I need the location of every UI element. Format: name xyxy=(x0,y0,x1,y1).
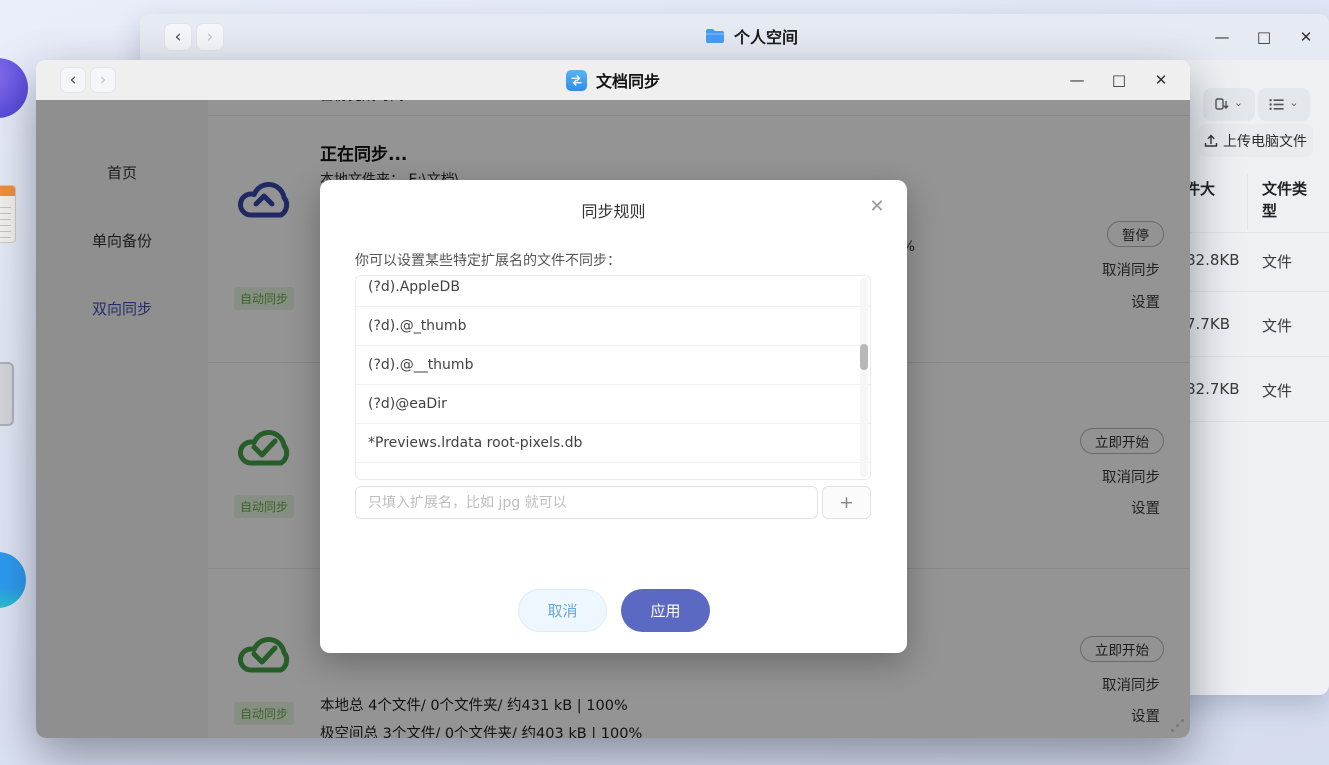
window-controls: — □ ✕ xyxy=(1213,14,1315,60)
chevron-down-icon: ⌄ xyxy=(1289,96,1298,109)
doc-sync-window: 首页 单向备份 双向同步 备份完成时间： 2022-10-03 11:24:15… xyxy=(36,60,1190,738)
dialog-title: 同步规则 xyxy=(320,198,907,222)
add-extension-button[interactable]: + xyxy=(822,486,871,519)
back-button[interactable]: ‹ xyxy=(164,23,192,51)
window-title: 文档同步 xyxy=(596,68,660,92)
list-view-icon xyxy=(1269,98,1284,111)
doc-sync-title-group: 文档同步 xyxy=(36,68,1190,92)
desktop-icon-blue-app[interactable] xyxy=(0,552,26,608)
scrollbar-thumb[interactable] xyxy=(860,344,868,370)
desktop-icon-calculator-app[interactable] xyxy=(0,362,14,426)
folder-icon xyxy=(705,28,725,44)
window-controls: — □ ✕ xyxy=(1068,60,1170,100)
window-title: 个人空间 xyxy=(734,24,798,48)
sync-app-icon xyxy=(566,70,587,91)
sort-icon xyxy=(1215,98,1229,112)
doc-sync-titlebar: ‹ › 文档同步 — □ ✕ xyxy=(36,60,1190,100)
list-item: · · xyxy=(356,463,870,480)
extension-input[interactable] xyxy=(355,486,818,519)
file-type: 文件 xyxy=(1262,251,1312,272)
forward-button[interactable]: › xyxy=(196,23,224,51)
close-icon[interactable]: ✕ xyxy=(867,196,887,217)
notes-icon-header xyxy=(0,186,15,196)
file-type: 文件 xyxy=(1262,380,1312,401)
personal-space-titlebar: ‹ › 个人空间 — □ ✕ xyxy=(140,14,1329,60)
list-item: *Previews.lrdata root-pixels.db xyxy=(356,424,870,463)
sort-dropdown-button[interactable]: ⌄ xyxy=(1203,88,1255,121)
view-dropdown-button[interactable]: ⌄ xyxy=(1258,88,1310,121)
desktop-icon-purple-app[interactable] xyxy=(0,58,28,118)
file-size: 82.8KB xyxy=(1186,251,1250,269)
close-button[interactable]: ✕ xyxy=(1297,28,1315,46)
file-type: 文件 xyxy=(1262,315,1312,336)
file-size: 82.7KB xyxy=(1186,380,1250,398)
desktop-icon-notes-app[interactable] xyxy=(0,185,16,243)
personal-space-title-group: 个人空间 xyxy=(705,24,798,48)
dialog-hint: 你可以设置某些特定扩展名的文件不同步： xyxy=(355,250,621,270)
list-item: (?d)@eaDir xyxy=(356,385,870,424)
column-header-type: 文件类型 xyxy=(1262,178,1312,222)
maximize-button[interactable]: □ xyxy=(1110,71,1128,89)
apply-button[interactable]: 应用 xyxy=(621,589,710,632)
list-item: (?d).@__thumb xyxy=(356,346,870,385)
chevron-down-icon: ⌄ xyxy=(1234,96,1243,109)
sync-rules-dialog: 同步规则 ✕ 你可以设置某些特定扩展名的文件不同步： (?d).AppleDB … xyxy=(320,180,907,653)
cancel-button[interactable]: 取消 xyxy=(518,589,607,632)
upload-label: 上传电脑文件 xyxy=(1223,131,1307,151)
upload-icon xyxy=(1204,134,1218,148)
minimize-button[interactable]: — xyxy=(1068,71,1086,89)
scrollbar-track[interactable] xyxy=(860,278,868,477)
upload-computer-files-button[interactable]: 上传电脑文件 xyxy=(1198,124,1313,157)
maximize-button[interactable]: □ xyxy=(1255,28,1273,46)
file-size: 7.7KB xyxy=(1186,315,1250,333)
list-item: (?d).AppleDB xyxy=(356,275,870,307)
excluded-extensions-list: (?d).AppleDB (?d).@_thumb (?d).@__thumb … xyxy=(355,275,871,480)
minimize-button[interactable]: — xyxy=(1213,28,1231,46)
column-divider xyxy=(1247,174,1248,230)
close-button[interactable]: ✕ xyxy=(1152,71,1170,89)
notes-icon-lines xyxy=(0,202,11,238)
list-item: (?d).@_thumb xyxy=(356,307,870,346)
